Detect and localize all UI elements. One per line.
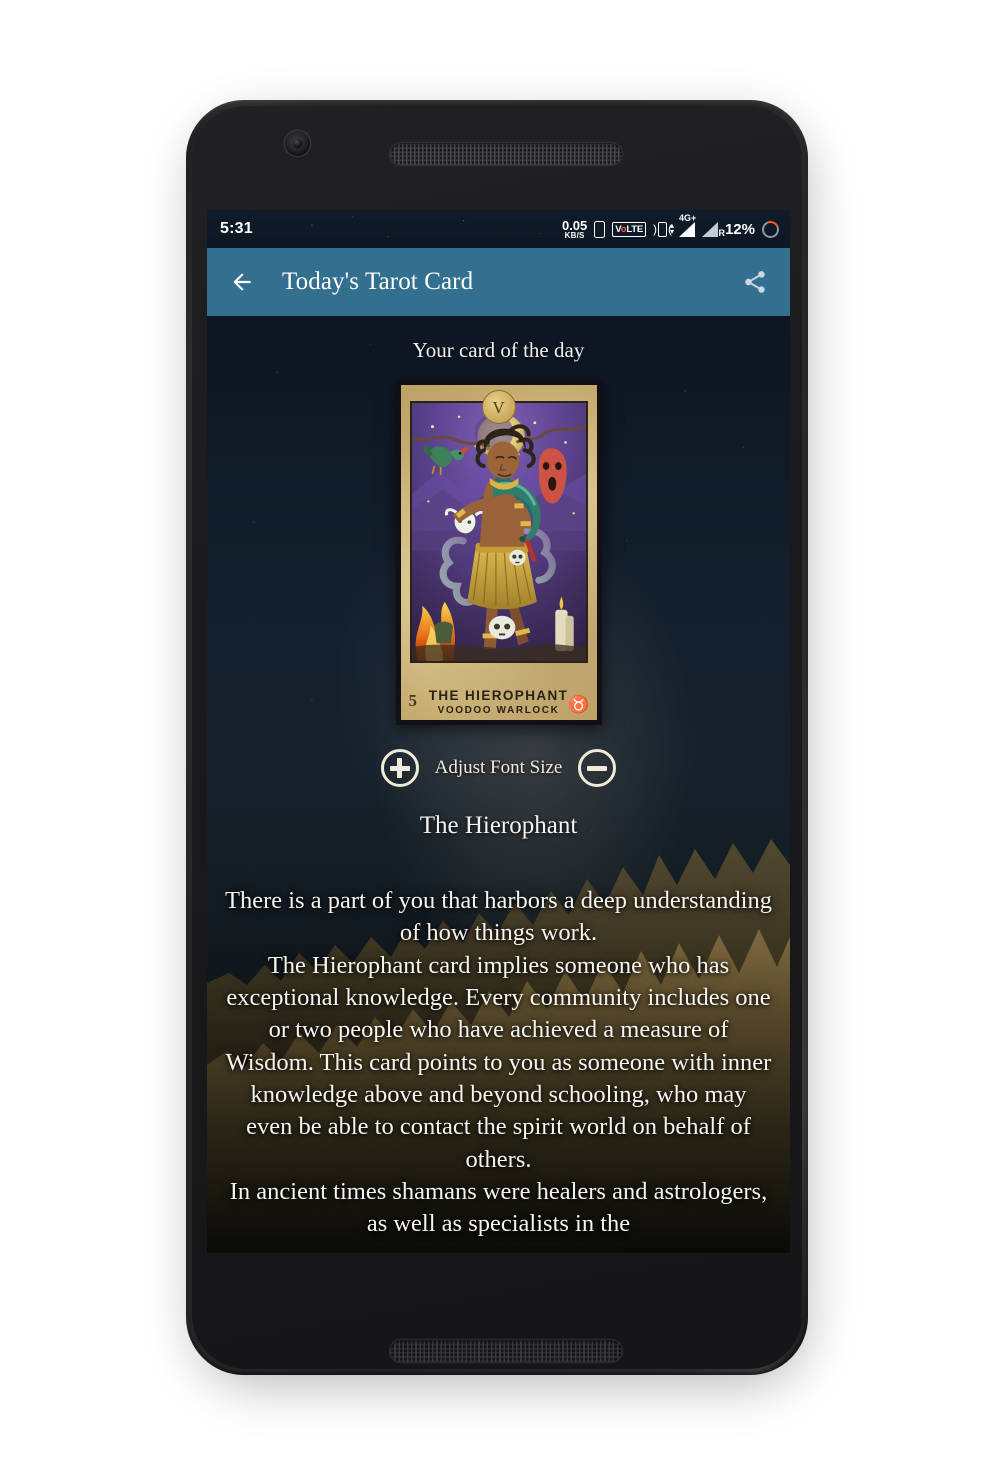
share-icon xyxy=(745,271,765,293)
decrease-font-size-button[interactable] xyxy=(578,749,617,787)
main-content: Your card of the day V THE HIEROPHANT VO… xyxy=(207,316,790,1253)
tarot-card-image[interactable]: V THE HIEROPHANT VOODOO WARLOCK 5 ♉ xyxy=(395,380,602,725)
phone-screen: 5:31 0.05 KB/S VoLTE ) ( ▴ ▾ 4G+ R 12% T… xyxy=(207,210,790,1253)
network-type-label: 4G+ xyxy=(678,212,697,223)
signal-strength-4g-icon: ▴ ▾ 4G+ xyxy=(670,213,696,237)
signal-strength-roaming-icon: R xyxy=(701,221,725,238)
sim-card-icon xyxy=(594,220,606,238)
status-bar: 5:31 0.05 KB/S VoLTE ) ( ▴ ▾ 4G+ R 12% xyxy=(207,210,790,248)
battery-ring-icon xyxy=(759,217,782,241)
tarot-card-subtitle: VOODOO WARLOCK xyxy=(437,705,560,716)
tarot-card-name: THE HIEROPHANT xyxy=(428,687,569,703)
status-bar-clock: 5:31 xyxy=(220,220,253,237)
back-button[interactable] xyxy=(225,265,259,299)
tarot-card-artwork xyxy=(409,401,588,663)
earpiece-speaker-icon xyxy=(390,143,622,165)
tarot-card-caption: THE HIEROPHANT VOODOO WARLOCK xyxy=(401,687,597,716)
adjust-font-size-label: Adjust Font Size xyxy=(434,757,563,778)
signal-bars-2 xyxy=(701,221,718,237)
card-title: The Hierophant xyxy=(419,812,578,839)
network-speed-value: 0.05 xyxy=(561,217,588,233)
vibrate-phone-body xyxy=(657,221,667,237)
increase-font-size-button[interactable] xyxy=(380,749,419,787)
volte-icon: VoLTE xyxy=(612,221,646,237)
app-bar: Today's Tarot Card xyxy=(207,248,790,316)
back-arrow-icon xyxy=(233,273,251,291)
tarot-card-border: V THE HIEROPHANT VOODOO WARLOCK 5 ♉ xyxy=(395,380,602,725)
section-heading: Your card of the day xyxy=(412,338,585,362)
status-bar-icons: 0.05 KB/S VoLTE ) ( ▴ ▾ 4G+ R 12% xyxy=(562,213,782,241)
share-button[interactable] xyxy=(738,265,772,299)
tarot-roman-numeral: V xyxy=(492,397,505,417)
tarot-roman-numeral-badge: V xyxy=(481,390,516,424)
volte-lte: LTE xyxy=(626,223,643,235)
battery-percentage: 12% xyxy=(724,220,755,238)
tarot-card-number: 5 xyxy=(408,691,418,710)
front-camera-icon xyxy=(285,131,310,156)
bottom-speaker-icon xyxy=(390,1340,622,1362)
tarot-zodiac-icon: ♉ xyxy=(568,695,590,714)
network-speed-unit: KB/S xyxy=(564,230,585,240)
font-size-controls: Adjust Font Size xyxy=(207,749,790,787)
signal-bars-1 xyxy=(678,221,695,237)
page-title: Today's Tarot Card xyxy=(282,268,474,295)
roaming-label: R xyxy=(718,227,725,238)
vibrate-left-wave: ) xyxy=(652,222,657,236)
card-description: There is a part of you that harbors a de… xyxy=(225,887,772,1238)
data-transfer-arrows-icon: ▴ ▾ xyxy=(669,220,674,236)
network-speed-indicator: 0.05 KB/S xyxy=(562,219,587,240)
screenshot-canvas: 5:31 0.05 KB/S VoLTE ) ( ▴ ▾ 4G+ R 12% T… xyxy=(0,0,1000,1478)
tarot-card-paper: V THE HIEROPHANT VOODOO WARLOCK 5 ♉ xyxy=(400,385,597,720)
